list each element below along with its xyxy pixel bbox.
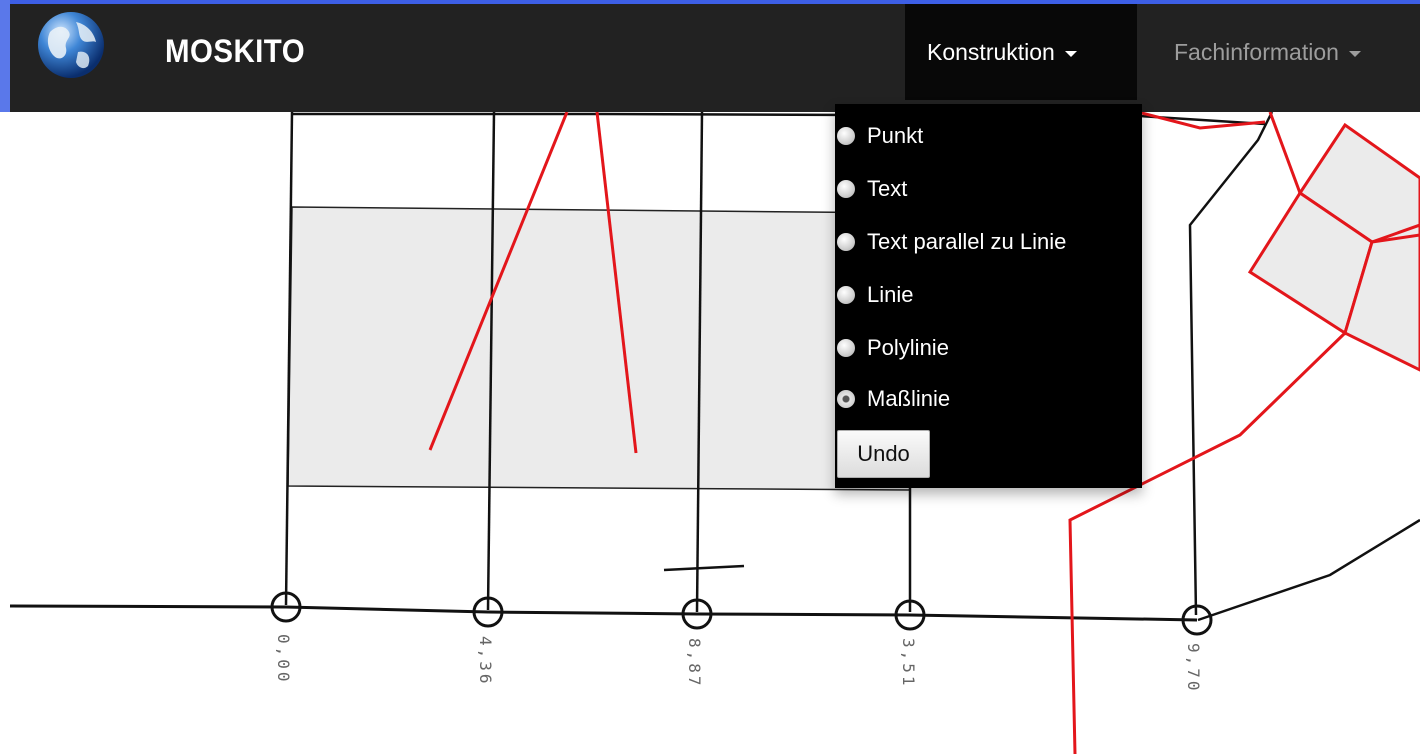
measure-tick <box>663 564 745 572</box>
globe-logo-icon[interactable] <box>36 10 106 80</box>
top-navbar: MOSKITO Konstruktion Fachinformation <box>10 4 1420 112</box>
menu-item-linie[interactable]: Linie <box>835 275 913 315</box>
menu-item-label: Maßlinie <box>867 386 951 411</box>
chevron-down-icon <box>1064 50 1077 57</box>
menu-item-label: Punkt <box>867 123 924 148</box>
radio-text[interactable] <box>837 180 855 198</box>
station-label: 3,51 <box>899 638 918 689</box>
radio-linie[interactable] <box>837 286 855 304</box>
radio-text-parallel[interactable] <box>837 233 855 251</box>
menu-item-label: Text parallel zu Linie <box>867 229 1067 254</box>
map-canvas[interactable]: 0,00 4,36 8,87 3,51 9,70 <box>0 0 1420 754</box>
undo-button[interactable]: Undo <box>837 430 930 478</box>
menu-item-text[interactable]: Text <box>835 169 907 209</box>
boundary-line-right <box>1188 111 1274 616</box>
parcel-area <box>287 206 911 491</box>
nav-fachinformation-label: Fachinformation <box>1174 39 1339 65</box>
nav-konstruktion[interactable]: Konstruktion <box>905 4 1137 100</box>
boundary-line-right-lower <box>1197 518 1420 622</box>
menu-item-label: Linie <box>867 282 914 307</box>
station-label: 9,70 <box>1184 643 1203 694</box>
menu-item-punkt[interactable]: Punkt <box>835 116 923 156</box>
menu-item-label: Text <box>867 176 908 201</box>
radio-polylinie[interactable] <box>837 339 855 357</box>
menu-item-label: Polylinie <box>867 335 949 360</box>
menu-item-masslinie[interactable]: Maßlinie <box>835 379 950 419</box>
nav-konstruktion-label: Konstruktion <box>927 39 1055 65</box>
menu-item-polylinie[interactable]: Polylinie <box>835 328 949 368</box>
chevron-down-icon <box>1348 50 1361 57</box>
station-label: 4,36 <box>476 636 495 687</box>
nav-fachinformation[interactable]: Fachinformation <box>1152 4 1383 100</box>
measure-baseline <box>9 604 1198 622</box>
radio-masslinie[interactable] <box>837 390 855 408</box>
radio-punkt[interactable] <box>837 127 855 145</box>
red-line-right-2 <box>1268 111 1302 194</box>
station-label: 8,87 <box>685 638 704 689</box>
menu-item-text-parallel[interactable]: Text parallel zu Linie <box>835 222 1066 262</box>
konstruktion-dropdown-menu: Punkt Text Text parallel zu Linie Linie … <box>835 104 1142 488</box>
brand-title[interactable]: MOSKITO <box>165 33 305 70</box>
station-label: 0,00 <box>274 634 293 685</box>
